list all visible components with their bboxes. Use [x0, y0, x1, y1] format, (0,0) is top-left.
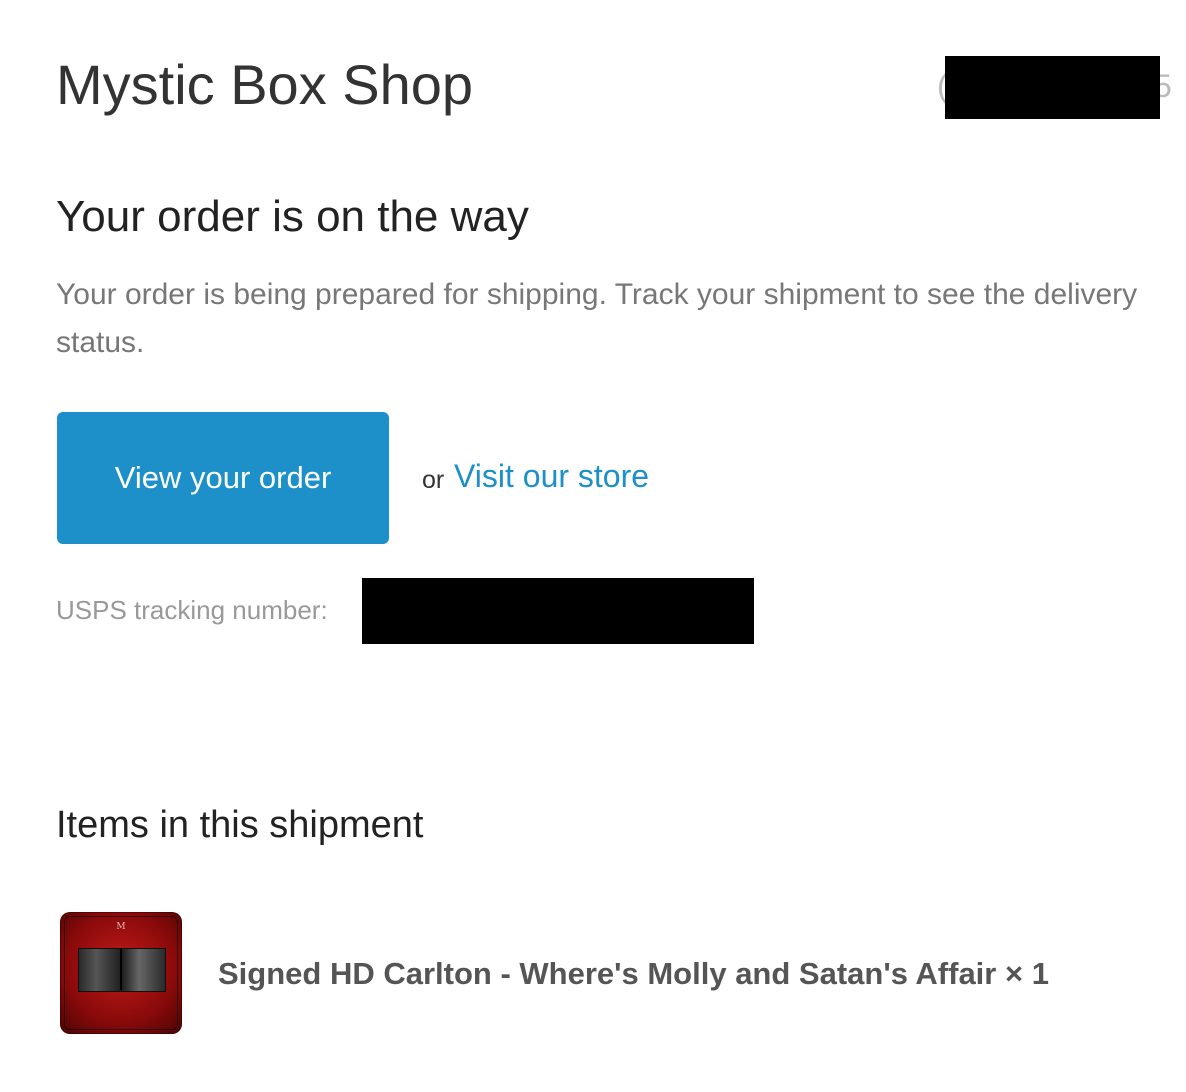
status-heading: Your order is on the way [56, 192, 529, 241]
visit-store-link[interactable]: Visit our store [454, 456, 649, 496]
order-number-redaction [945, 56, 1160, 119]
tracking-label: USPS tracking number: [56, 595, 328, 625]
shop-name: Mystic Box Shop [56, 53, 474, 116]
items-heading: Items in this shipment [56, 804, 424, 846]
product-thumbnail-emblem: M [116, 922, 126, 932]
item-title: Signed HD Carlton - Where's Molly and Sa… [218, 956, 1049, 991]
or-text: or [422, 466, 445, 494]
product-thumbnail-book [78, 948, 166, 992]
tracking-number-redaction [362, 578, 754, 644]
view-order-button-label: View your order [114, 460, 332, 495]
product-thumbnail-spine [120, 948, 122, 990]
product-thumbnail: M [60, 912, 182, 1034]
view-order-button[interactable]: View your order [57, 412, 389, 544]
status-message: Your order is being prepared for shippin… [56, 278, 1138, 359]
